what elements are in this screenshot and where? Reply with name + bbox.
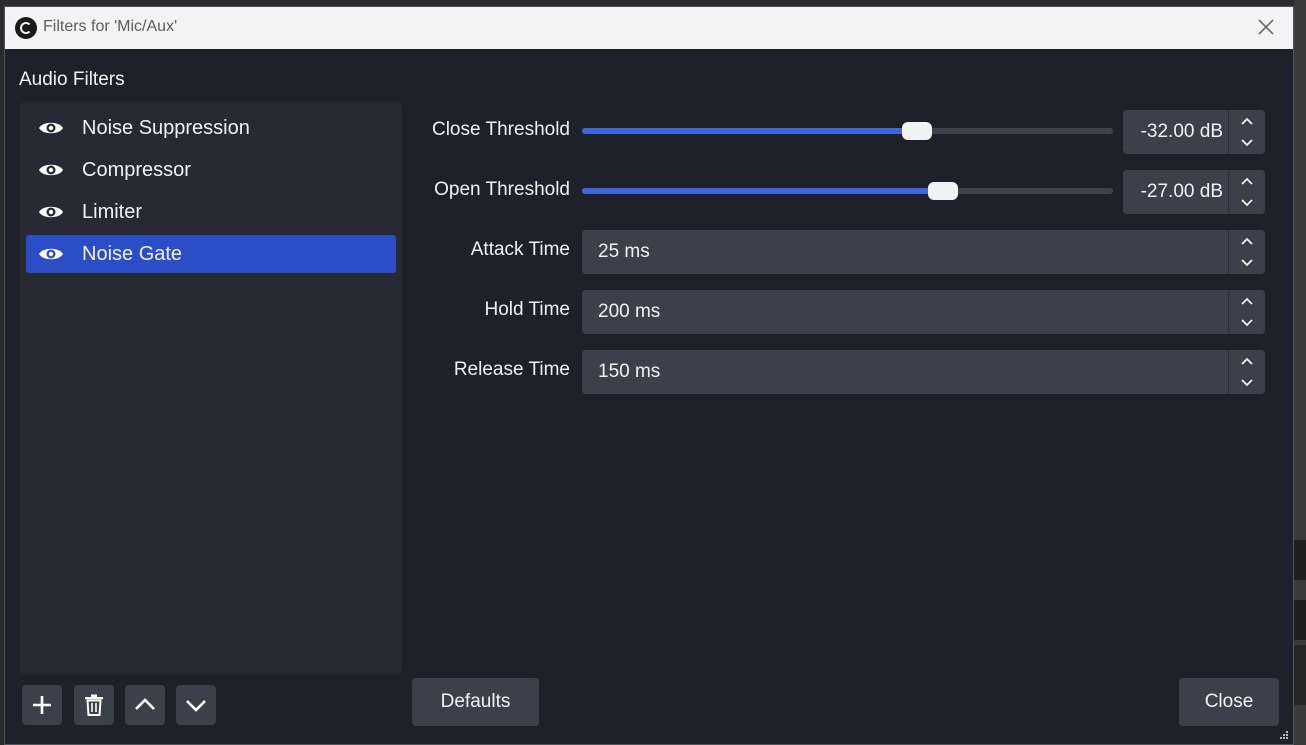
eye-icon[interactable]: [38, 160, 64, 180]
release-time-value[interactable]: 150 ms: [598, 361, 660, 383]
increment-button[interactable]: [1229, 290, 1265, 312]
title-bar: Filters for 'Mic/Aux': [5, 7, 1293, 49]
obs-logo-icon: [15, 17, 37, 39]
spin-arrows: [1228, 350, 1265, 394]
eye-icon[interactable]: [38, 244, 64, 264]
filter-list[interactable]: Noise Suppression Compressor Limiter Noi…: [20, 102, 402, 674]
chevron-down-icon: [186, 700, 206, 712]
decrement-button[interactable]: [1229, 252, 1265, 274]
decrement-button[interactable]: [1229, 312, 1265, 334]
add-filter-button[interactable]: [22, 685, 62, 725]
filter-item-noise-gate[interactable]: Noise Gate: [26, 235, 396, 273]
background-app-fragment: [1294, 540, 1306, 580]
chevron-down-icon: [1241, 319, 1253, 327]
filter-item-compressor[interactable]: Compressor: [26, 151, 396, 189]
chevron-up-icon: [1241, 237, 1253, 245]
open-threshold-slider[interactable]: [582, 182, 1113, 200]
open-threshold-value[interactable]: -27.00 dB: [1141, 181, 1223, 203]
chevron-up-icon: [1241, 297, 1253, 305]
close-button[interactable]: Close: [1179, 678, 1279, 726]
close-threshold-value[interactable]: -32.00 dB: [1141, 121, 1223, 143]
increment-button[interactable]: [1229, 350, 1265, 372]
slider-fill: [582, 128, 917, 134]
chevron-down-icon: [1241, 259, 1253, 267]
filter-item-label: Noise Suppression: [82, 117, 250, 139]
close-icon[interactable]: [1253, 14, 1279, 40]
trash-icon: [85, 694, 103, 716]
plus-icon: [33, 696, 51, 714]
chevron-up-icon: [1241, 117, 1253, 125]
decrement-button[interactable]: [1229, 192, 1265, 214]
slider-handle[interactable]: [928, 182, 959, 200]
background-app-fragment: [1294, 645, 1306, 705]
spin-arrows: [1228, 170, 1265, 214]
spin-arrows: [1228, 110, 1265, 154]
hold-time-value[interactable]: 200 ms: [598, 301, 660, 323]
increment-button[interactable]: [1229, 230, 1265, 252]
background-app-fragment: [1294, 600, 1306, 640]
filter-item-label: Compressor: [82, 159, 191, 181]
release-time-spinbox[interactable]: 150 ms: [582, 350, 1265, 394]
close-threshold-label: Close Threshold: [431, 119, 570, 140]
filter-item-label: Noise Gate: [82, 243, 183, 265]
move-filter-up-button[interactable]: [125, 685, 165, 725]
eye-icon[interactable]: [38, 118, 64, 138]
chevron-up-icon: [1241, 177, 1253, 185]
chevron-down-icon: [1241, 139, 1253, 147]
defaults-button[interactable]: Defaults: [412, 678, 539, 726]
decrement-button[interactable]: [1229, 372, 1265, 394]
slider-fill: [582, 188, 944, 194]
increment-button[interactable]: [1229, 170, 1265, 192]
attack-time-spinbox[interactable]: 25 ms: [582, 230, 1265, 274]
window-title: Filters for 'Mic/Aux': [43, 18, 178, 35]
move-filter-down-button[interactable]: [176, 685, 216, 725]
release-time-label: Release Time: [453, 359, 570, 380]
decrement-button[interactable]: [1229, 132, 1265, 154]
filter-item-noise-suppression[interactable]: Noise Suppression: [26, 109, 396, 147]
slider-handle[interactable]: [901, 122, 932, 140]
chevron-down-icon: [1241, 199, 1253, 207]
hold-time-spinbox[interactable]: 200 ms: [582, 290, 1265, 334]
open-threshold-label: Open Threshold: [434, 179, 570, 200]
spin-arrows: [1228, 290, 1265, 334]
eye-icon[interactable]: [38, 202, 64, 222]
close-threshold-slider[interactable]: [582, 122, 1113, 140]
close-threshold-spinbox[interactable]: -32.00 dB: [1123, 110, 1265, 154]
attack-time-label: Attack Time: [470, 239, 570, 260]
chevron-down-icon: [1241, 379, 1253, 387]
audio-filters-heading: Audio Filters: [19, 69, 125, 90]
resize-grip-icon[interactable]: [1279, 730, 1289, 740]
attack-time-value[interactable]: 25 ms: [598, 241, 650, 263]
remove-filter-button[interactable]: [74, 685, 114, 725]
chevron-up-icon: [1241, 357, 1253, 365]
hold-time-label: Hold Time: [484, 299, 570, 320]
increment-button[interactable]: [1229, 110, 1265, 132]
spin-arrows: [1228, 230, 1265, 274]
chevron-up-icon: [135, 698, 155, 710]
filters-dialog: Filters for 'Mic/Aux' Audio Filters Nois…: [4, 6, 1294, 745]
filter-item-label: Limiter: [82, 201, 143, 223]
open-threshold-spinbox[interactable]: -27.00 dB: [1123, 170, 1265, 214]
filter-item-limiter[interactable]: Limiter: [26, 193, 396, 231]
